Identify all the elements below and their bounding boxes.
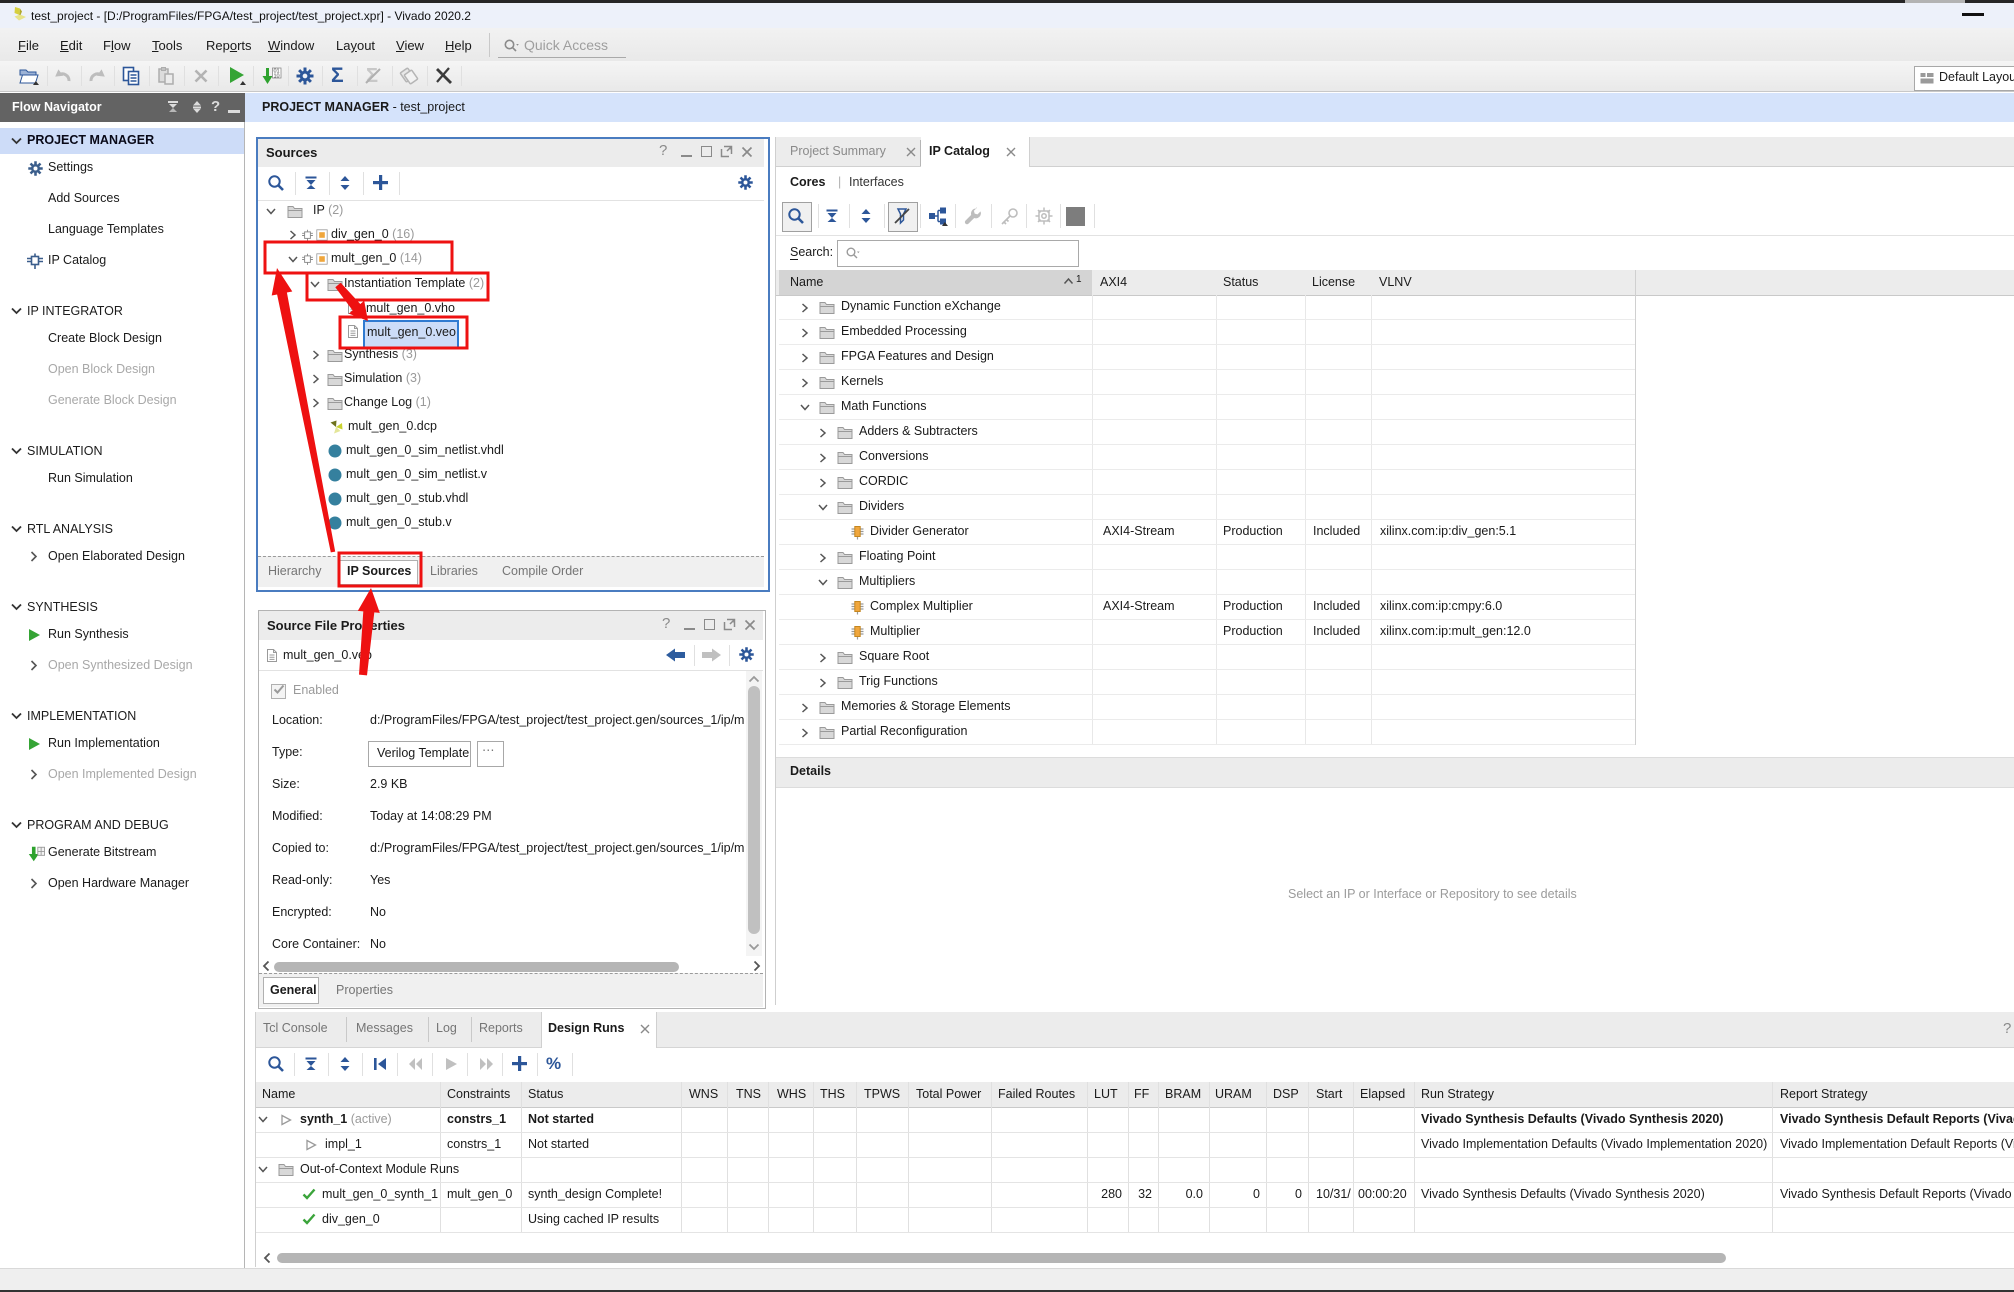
svg-text:10: 10 [274, 74, 280, 80]
